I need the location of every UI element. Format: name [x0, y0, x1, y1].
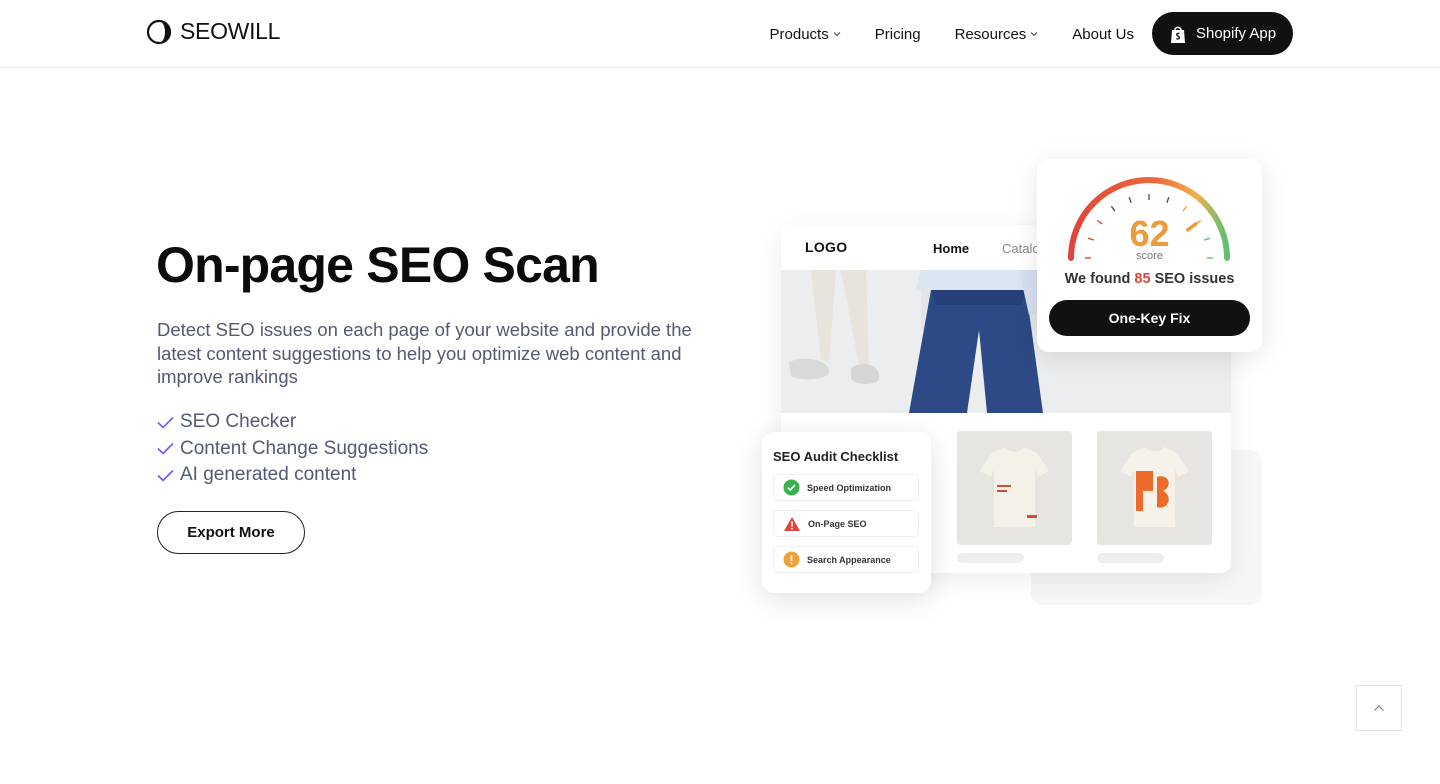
chevron-down-icon — [1030, 32, 1038, 37]
shopify-bag-icon — [1170, 26, 1185, 43]
audit-item-search-appearance[interactable]: Search Appearance — [773, 546, 919, 573]
feature-label: AI generated content — [180, 464, 357, 486]
chevron-down-icon — [833, 32, 841, 37]
gauge-tick — [1166, 196, 1170, 204]
score-value: 62 — [1129, 213, 1170, 254]
nav-resources[interactable]: Resources — [955, 26, 1039, 43]
store-nav-home: Home — [933, 241, 970, 256]
feature-list: SEO Checker Content Change Suggestions A… — [157, 409, 428, 489]
audit-item-speed-optimization[interactable]: Speed Optimization — [773, 474, 919, 501]
nav-resources-label: Resources — [954, 25, 1027, 43]
audit-item-on-page-seo[interactable]: On-Page SEO — [773, 510, 919, 537]
gauge-tick — [1182, 205, 1188, 212]
audit-item-label: Search Appearance — [807, 554, 891, 565]
gauge-tick — [1110, 205, 1116, 212]
export-more-button[interactable]: Export More — [157, 511, 305, 554]
chevron-up-icon — [1374, 705, 1384, 711]
warning-triangle-icon — [784, 516, 800, 531]
nav-pricing-label: Pricing — [874, 25, 921, 43]
issues-summary: We found 85 SEO issues — [1037, 271, 1262, 287]
nav-products[interactable]: Products — [770, 26, 841, 43]
audit-item-label: Speed Optimization — [807, 482, 892, 493]
feature-item: AI generated content — [157, 462, 428, 489]
audit-item-label: On-Page SEO — [808, 518, 867, 529]
brand-name: SEOWILL — [180, 18, 281, 44]
nav-products-label: Products — [769, 25, 829, 43]
site-header: SEOWILL Products Pricing Resources About… — [0, 0, 1440, 68]
tshirt-image — [957, 431, 1072, 545]
check-icon — [157, 469, 174, 482]
brand-mark-icon — [146, 19, 172, 44]
seo-score-card: 62 score We found 85 SEO issues One-Key … — [1037, 159, 1262, 352]
shopify-app-label: Shopify App — [1195, 25, 1277, 42]
hero-description: Detect SEO issues on each page of your w… — [157, 319, 692, 387]
shopify-app-button[interactable]: Shopify App — [1152, 12, 1293, 55]
nav-about-us-label: About Us — [1072, 25, 1134, 43]
brand-logo[interactable]: SEOWILL — [146, 18, 280, 45]
issues-suffix: SEO issues — [1154, 271, 1235, 287]
gauge-tick — [1128, 196, 1132, 204]
issues-count: 85 — [1134, 271, 1151, 287]
feature-label: SEO Checker — [180, 411, 297, 433]
store-nav-catalog: Catalo — [1002, 241, 1040, 256]
scroll-to-top-button[interactable] — [1356, 685, 1402, 731]
feature-item: Content Change Suggestions — [157, 436, 428, 463]
one-key-fix-button[interactable]: One-Key Fix — [1049, 300, 1250, 336]
seo-audit-checklist-card: SEO Audit Checklist Speed Optimization O… — [762, 432, 931, 593]
score-label: score — [1136, 250, 1163, 262]
main-nav: Products Pricing Resources About Us — [770, 0, 1134, 68]
exclamation-circle-icon — [783, 551, 800, 568]
check-icon — [157, 443, 174, 455]
feature-label: Content Change Suggestions — [180, 437, 429, 459]
tshirt-image — [1097, 431, 1212, 545]
feature-item: SEO Checker — [157, 409, 428, 436]
product-placeholder-bar — [957, 553, 1024, 563]
nav-pricing[interactable]: Pricing — [875, 26, 921, 43]
nav-about-us[interactable]: About Us — [1072, 26, 1134, 43]
product-card-tshirt-1 — [957, 431, 1072, 545]
product-card-tshirt-2 — [1097, 431, 1212, 545]
issues-prefix: We found — [1064, 271, 1131, 287]
product-placeholder-bar — [1097, 553, 1164, 563]
check-icon — [157, 416, 174, 429]
store-logo: LOGO — [805, 239, 848, 255]
page-title: On-page SEO Scan — [156, 237, 600, 293]
check-circle-icon — [783, 479, 800, 496]
audit-title: SEO Audit Checklist — [773, 449, 899, 464]
